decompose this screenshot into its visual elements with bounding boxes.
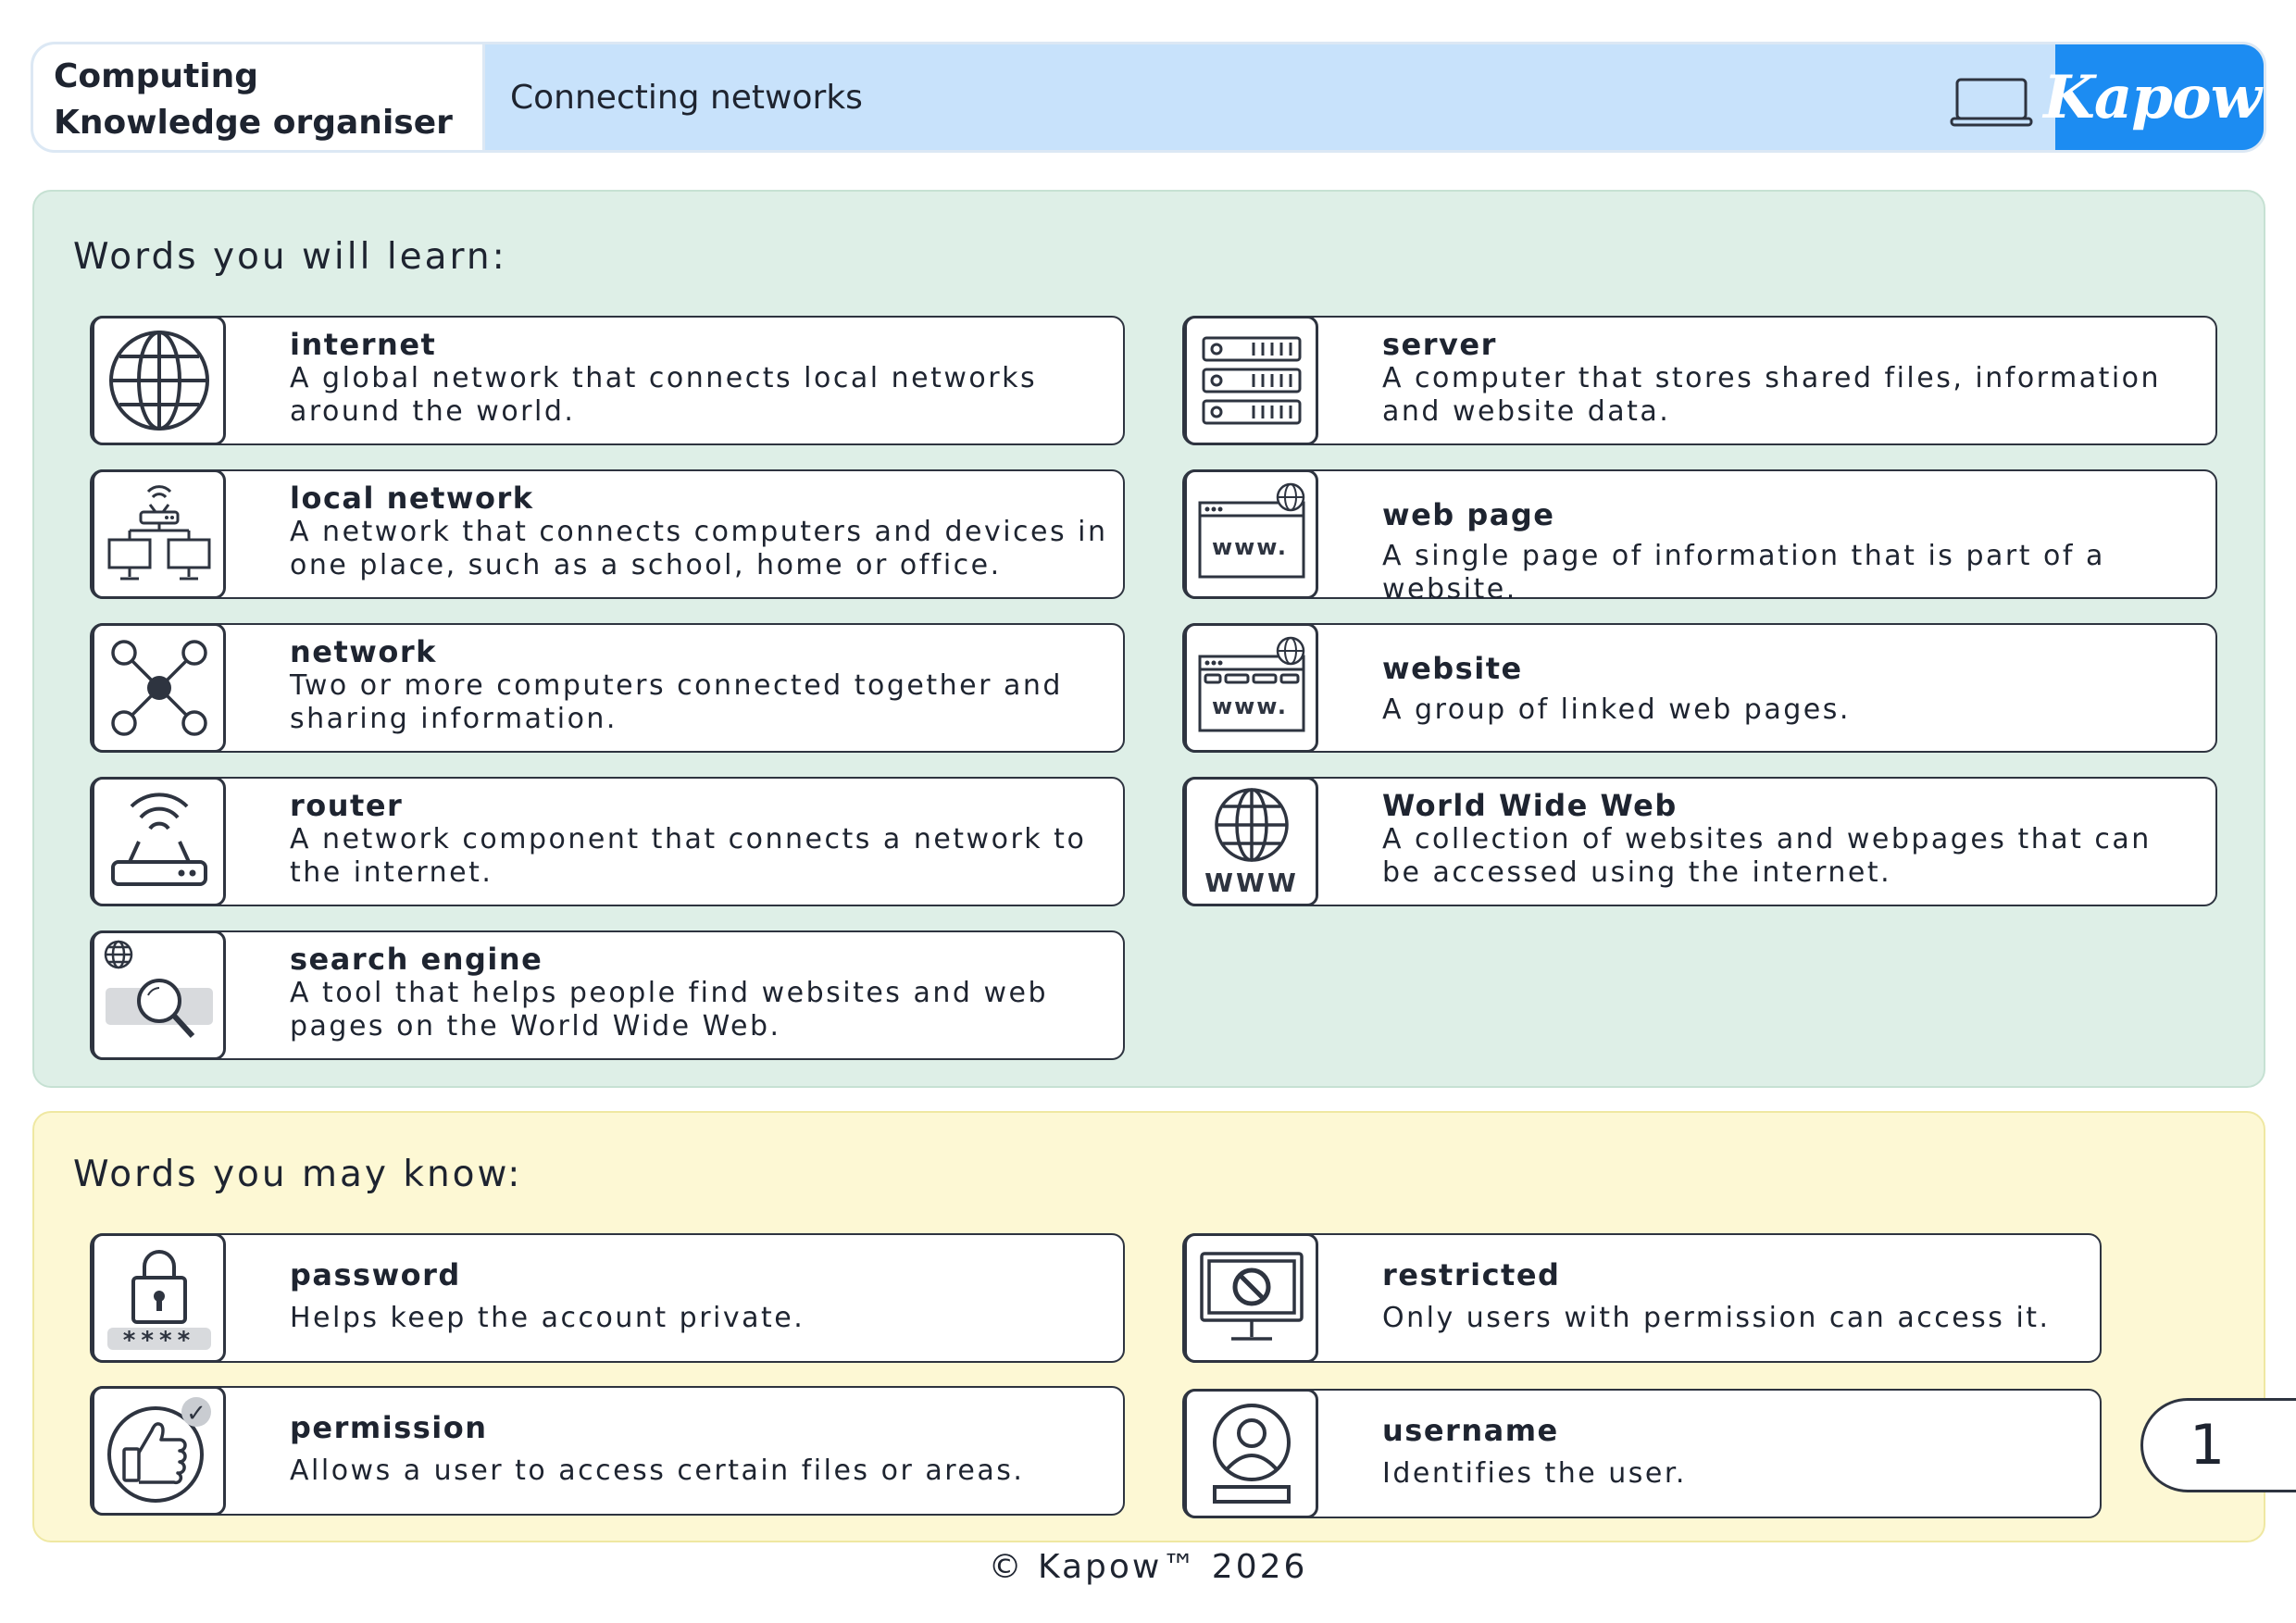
definition: Only users with permission can access it…: [1382, 1302, 2051, 1334]
definition: Allows a user to access certain files or…: [290, 1454, 1025, 1487]
card-password: **** password Helps keep the account pri…: [90, 1233, 1125, 1363]
card-local-network: local network A network that connects co…: [90, 469, 1125, 599]
card-text: network Two or more computers connected …: [290, 634, 1108, 736]
card-server: server A computer that stores shared fil…: [1182, 316, 2217, 445]
definition: A group of linked web pages.: [1382, 693, 1851, 726]
words-to-learn-panel: Words you will learn: internet A global …: [32, 190, 2265, 1088]
local-network-icon: [92, 469, 226, 599]
term: server: [1382, 327, 1497, 362]
card-search-engine: search engine A tool that helps people f…: [90, 930, 1125, 1060]
card-internet: internet A global network that connects …: [90, 316, 1125, 445]
definition: Identifies the user.: [1382, 1457, 1687, 1490]
term: password: [290, 1257, 461, 1292]
copyright-footer: © Kapow™ 2026: [988, 1548, 1308, 1586]
brand-trademark: ™: [2263, 90, 2264, 105]
card-website: www. website A group of linked web pages…: [1182, 623, 2217, 753]
definition: A network that connects computers and de…: [290, 516, 1108, 581]
globe-icon: [92, 316, 226, 445]
term: username: [1382, 1413, 1559, 1448]
kapow-logo: Kapow™: [2043, 44, 2264, 150]
panel-title-know: Words you may know:: [73, 1154, 523, 1195]
definition: Two or more computers connected together…: [290, 669, 1063, 735]
padlock-icon: ****: [92, 1233, 226, 1363]
term: search engine: [290, 942, 543, 977]
laptop-icon: [1950, 78, 2033, 127]
www-globe-icon: WWW: [1184, 777, 1318, 906]
term: network: [290, 634, 437, 669]
term: internet: [290, 327, 437, 362]
definition: Helps keep the account private.: [290, 1302, 805, 1334]
card-text: password Helps keep the account private.: [290, 1257, 1108, 1335]
card-router: router A network component that connects…: [90, 777, 1125, 906]
card-text: username Identifies the user.: [1382, 1413, 2085, 1491]
check-icon-text: ✓: [186, 1400, 206, 1428]
search-engine-icon: [92, 930, 226, 1060]
card-network: network Two or more computers connected …: [90, 623, 1125, 753]
server-icon: [1184, 316, 1318, 445]
card-web-page: www. web page A single page of informati…: [1182, 469, 2217, 606]
user-icon: [1184, 1389, 1318, 1518]
header-banner: Computing Knowledge organiser Connecting…: [31, 42, 2266, 153]
topic-title: Connecting networks: [510, 79, 863, 117]
web-page-icon: www.: [1184, 469, 1318, 599]
page-number: 1: [2140, 1398, 2296, 1492]
card-username: username Identifies the user.: [1182, 1389, 2102, 1518]
subject-block: Computing Knowledge organiser: [33, 44, 485, 150]
words-you-may-know-panel: Words you may know: **** password Helps …: [32, 1111, 2265, 1542]
subject-title: Computing: [54, 57, 259, 95]
definition: A computer that stores shared files, inf…: [1382, 362, 2162, 428]
website-icon: www.: [1184, 623, 1318, 753]
term: restricted: [1382, 1257, 1561, 1292]
definition: A network component that connects a netw…: [290, 823, 1087, 889]
thumbs-up-icon: ✓: [92, 1386, 226, 1516]
card-restricted: restricted Only users with permission ca…: [1182, 1233, 2102, 1363]
www-icon-text: WWW: [1204, 868, 1299, 898]
term: permission: [290, 1410, 488, 1445]
definition: A single page of information that is par…: [1382, 540, 2105, 606]
card-world-wide-web: WWW World Wide Web A collection of websi…: [1182, 777, 2217, 906]
password-icon-text: ****: [122, 1327, 194, 1355]
website-icon-text: www.: [1211, 693, 1287, 719]
term: World Wide Web: [1382, 788, 1678, 823]
router-icon: [92, 777, 226, 906]
definition: A tool that helps people find websites a…: [290, 977, 1048, 1042]
brand-name: Kapow: [2043, 62, 2262, 132]
card-text: restricted Only users with permission ca…: [1382, 1257, 2085, 1335]
card-text: local network A network that connects co…: [290, 481, 1108, 582]
term: router: [290, 788, 404, 823]
term: web page: [1382, 497, 1555, 532]
term: local network: [290, 481, 534, 516]
card-text: search engine A tool that helps people f…: [290, 942, 1108, 1043]
card-permission: ✓ permission Allows a user to access cer…: [90, 1386, 1125, 1516]
definition: A global network that connects local net…: [290, 362, 1038, 428]
card-text: router A network component that connects…: [290, 788, 1108, 890]
restricted-icon: [1184, 1233, 1318, 1363]
term: website: [1382, 651, 1523, 686]
card-text: World Wide Web A collection of websites …: [1382, 788, 2201, 890]
subject-subtitle: Knowledge organiser: [54, 104, 453, 142]
definition: A collection of websites and webpages th…: [1382, 823, 2152, 889]
panel-title-learn: Words you will learn:: [73, 236, 507, 278]
network-icon: [92, 623, 226, 753]
card-text: internet A global network that connects …: [290, 327, 1108, 429]
card-text: website A group of linked web pages.: [1382, 651, 2201, 727]
card-text: web page A single page of information th…: [1382, 497, 2201, 606]
card-text: permission Allows a user to access certa…: [290, 1410, 1108, 1488]
card-text: server A computer that stores shared fil…: [1382, 327, 2201, 429]
web-page-icon-text: www.: [1211, 534, 1287, 560]
